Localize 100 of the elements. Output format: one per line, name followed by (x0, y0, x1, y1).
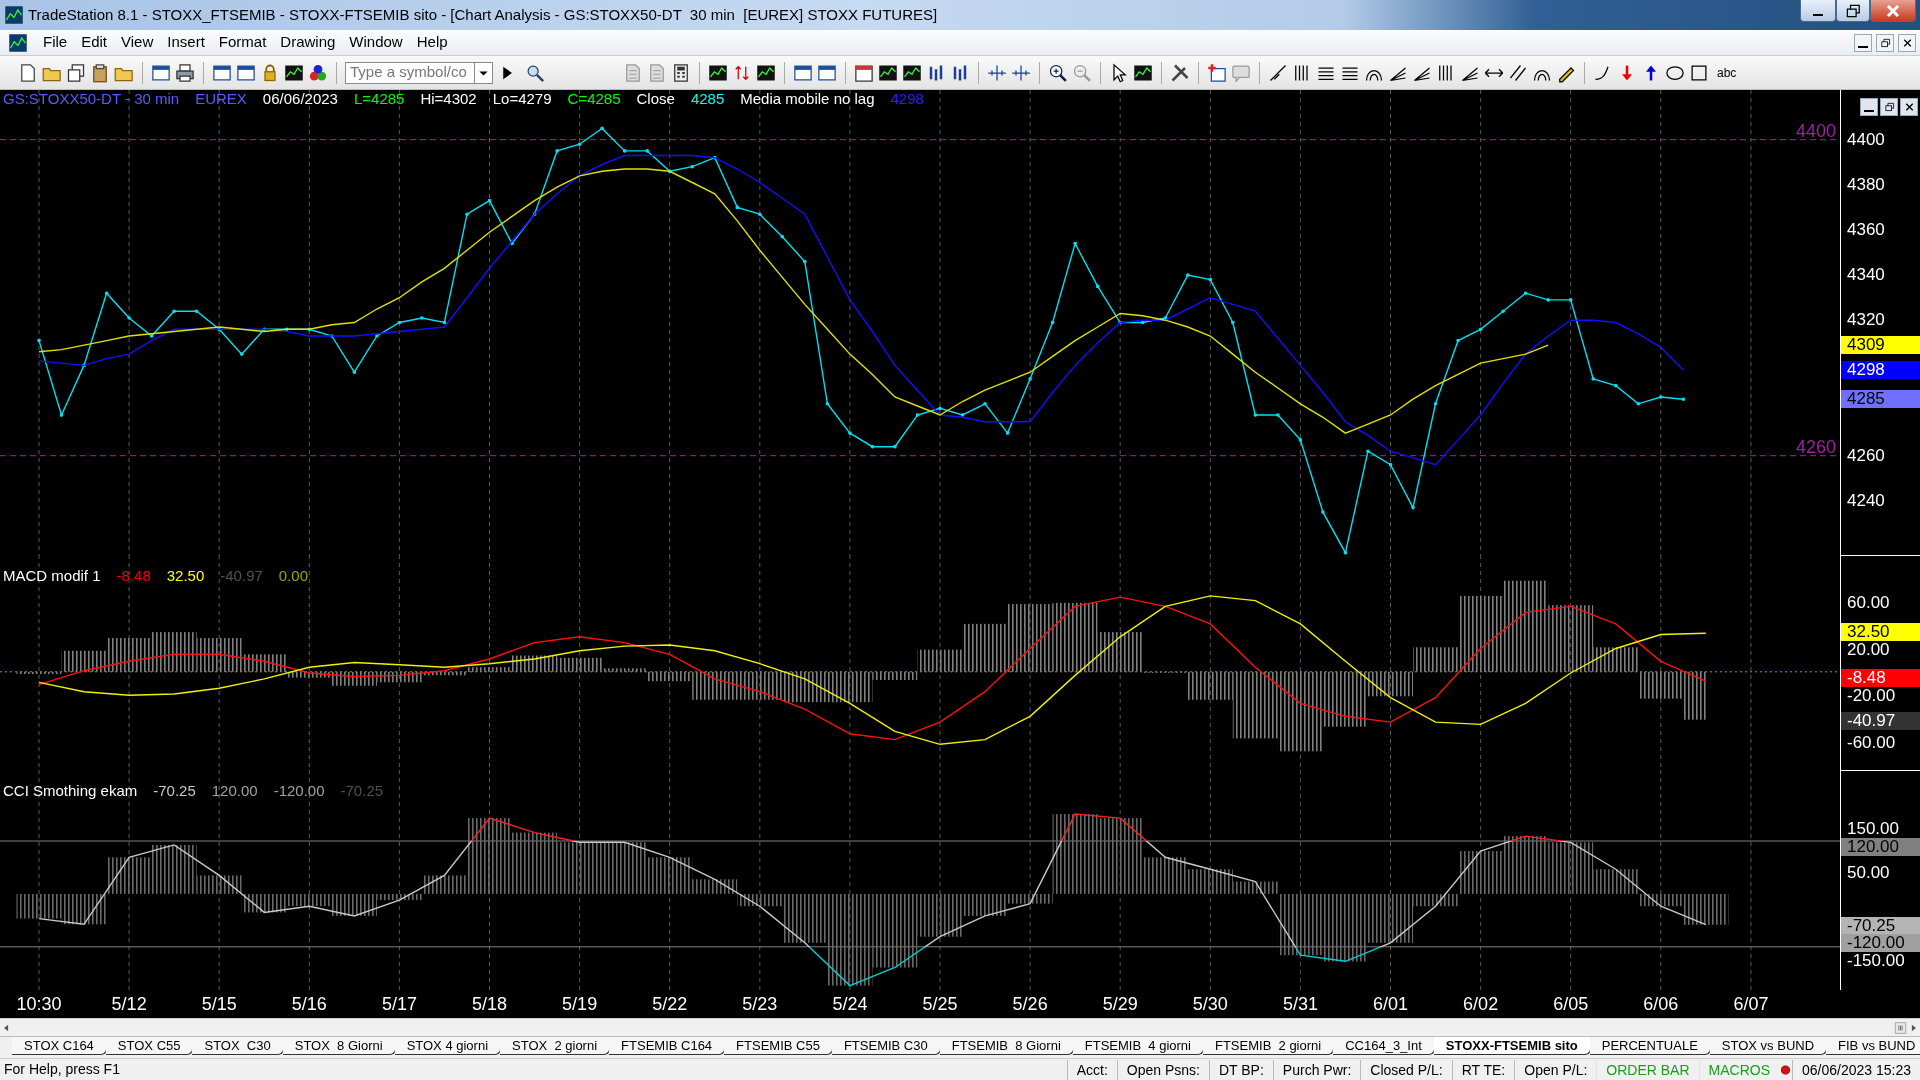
sheet-tab[interactable]: STOX C30 (192, 1037, 284, 1055)
axis-label: -20.00 (1847, 688, 1896, 705)
date-label: 5/26 (1011, 993, 1049, 1016)
sheet-tab[interactable]: STOX 2 giorni (500, 1037, 611, 1055)
menu-item[interactable]: View (114, 31, 161, 54)
window-icon[interactable] (212, 62, 232, 83)
legend-text: -70.25 (340, 781, 384, 801)
menu-item[interactable]: Drawing (273, 31, 343, 54)
legend-text: Hi=4302 (420, 89, 477, 109)
menu-item[interactable]: Insert (160, 31, 212, 54)
legend-text: 0.00 (278, 566, 309, 586)
legend-text: -40.97 (220, 566, 263, 586)
value-marker: 120.00 (1841, 837, 1920, 856)
sheet-tab[interactable]: STOX C164 (12, 1037, 107, 1055)
symbol-field[interactable]: Type a symbol/co (345, 61, 475, 84)
status-label: Closed P/L: (1360, 1059, 1452, 1080)
axis-label: 50.00 (1847, 864, 1890, 881)
close-button[interactable] (1898, 33, 1916, 52)
histogram-bar (512, 832, 557, 894)
menu-item[interactable]: Edit (74, 31, 115, 54)
legend-text: Media mobile no lag (740, 89, 875, 109)
menu-item[interactable]: File (36, 31, 75, 54)
value-marker: -40.97 (1841, 711, 1920, 730)
date-label: 5/15 (200, 993, 238, 1016)
status-label: DT BP: (1208, 1059, 1273, 1080)
app-icon (4, 5, 24, 25)
tools-icon[interactable] (1170, 62, 1190, 83)
sheet-tab[interactable]: FIB vs BUND (1826, 1037, 1920, 1055)
close-button[interactable] (1900, 98, 1918, 116)
sheet-tab[interactable]: STOX C55 (105, 1037, 194, 1055)
axis-label: 4360 (1847, 222, 1885, 238)
date-label: 10:30 (15, 993, 63, 1016)
date-label: 6/07 (1732, 993, 1770, 1016)
trend-line-icon[interactable] (1268, 62, 1288, 83)
sheet-tab[interactable]: FTSEMIB C164 (609, 1037, 726, 1055)
minimize-icon (1858, 45, 1868, 48)
sheet-tab[interactable]: STOX 4 giorni (394, 1037, 502, 1055)
value-marker: 32.50 (1841, 622, 1920, 641)
restore-button[interactable] (1876, 33, 1894, 52)
calendar-icon[interactable] (854, 62, 874, 83)
axis-label: 60.00 (1847, 594, 1890, 611)
restore-button[interactable] (1880, 98, 1898, 116)
window-title: TradeStation 8.1 - STOXX_FTSEMIB - STOXX-FTSEMIB sito - [Chart Analysis - GS:STOXX50-DT 30 min [EUREX] STOXX FUTURES] (28, 4, 938, 25)
zoom-in-icon[interactable] (1048, 62, 1068, 83)
date-label: 6/06 (1642, 993, 1680, 1016)
sheet-tab[interactable]: STOX vs BUND (1709, 1037, 1828, 1055)
value-marker: -70.25 (1841, 916, 1920, 935)
value-marker: -120.00 (1841, 934, 1920, 952)
minimize-button[interactable] (1800, 0, 1836, 22)
text-tool-button[interactable]: abc (1713, 63, 1741, 82)
legend-text: GS:STOXX50-DT - 30 min (3, 89, 180, 109)
window-icon[interactable] (151, 62, 171, 83)
axis-label: 4400 (1847, 131, 1885, 148)
calculator-icon[interactable] (671, 62, 691, 83)
axis-label: 20.00 (1847, 641, 1890, 658)
minimize-button[interactable] (1854, 33, 1872, 52)
date-label: 5/24 (831, 993, 869, 1016)
sheet-tab[interactable]: FTSEMIB C55 (724, 1037, 833, 1055)
maximize-button[interactable] (1836, 0, 1870, 22)
legend-text: -120.00 (273, 781, 325, 801)
sheet-tab[interactable]: FTSEMIB C30 (831, 1037, 941, 1055)
legend-text: 120.00 (211, 781, 258, 801)
sheet-tab[interactable]: FTSEMIB 4 giorni (1072, 1037, 1204, 1055)
axis-label: 4260 (1847, 447, 1885, 464)
legend-text: -70.25 (153, 781, 196, 801)
rectangle-icon[interactable] (1689, 62, 1709, 83)
menu-item[interactable]: Format (211, 31, 274, 54)
dropdown-button[interactable] (475, 61, 493, 84)
date-label: 6/05 (1552, 993, 1590, 1016)
sheet-tab[interactable]: FTSEMIB 2 giorni (1203, 1037, 1335, 1055)
minimize-button[interactable] (1860, 98, 1878, 116)
new-document-icon[interactable] (18, 62, 38, 83)
stacked-pages-icon[interactable] (66, 62, 86, 83)
window-icon[interactable] (817, 62, 837, 83)
parallel-lines-icon[interactable] (1508, 62, 1528, 83)
sheet-tab[interactable]: CC164_3_Int (1333, 1037, 1435, 1055)
add-window-icon[interactable] (1207, 62, 1227, 83)
menu-item[interactable]: Window (342, 31, 410, 54)
printer-icon[interactable] (175, 62, 195, 83)
legend-text: 4285 (690, 89, 725, 109)
axis-label: 4380 (1847, 176, 1885, 193)
date-label: 6/02 (1462, 993, 1500, 1016)
minimize-icon (1864, 110, 1874, 112)
histogram-bar (1503, 836, 1549, 894)
window-icon[interactable] (236, 62, 256, 83)
status-light-icon (1779, 1062, 1792, 1077)
histogram-bar (782, 671, 828, 703)
clipboard-icon[interactable] (90, 62, 110, 83)
sheet-tab[interactable]: PERCENTUALE (1589, 1037, 1711, 1055)
menu-item[interactable]: Help (409, 31, 455, 54)
colored-balls-icon[interactable] (308, 62, 328, 83)
scroll-grip-icon[interactable] (1894, 1020, 1907, 1035)
sheet-tab[interactable]: STOXX-FTSEMIB sito (1433, 1037, 1591, 1055)
sheet-tab[interactable]: STOX 8 Giorni (282, 1037, 396, 1055)
legend-text: CCI Smothing ekam (3, 781, 138, 801)
histogram-bar (241, 893, 287, 913)
sheet-tab[interactable]: FTSEMIB 8 Giorni (939, 1037, 1074, 1055)
help-text: For Help, press F1 (3, 1060, 120, 1079)
window-icon[interactable] (793, 62, 813, 83)
legend-text: Lo=4279 (492, 89, 552, 109)
